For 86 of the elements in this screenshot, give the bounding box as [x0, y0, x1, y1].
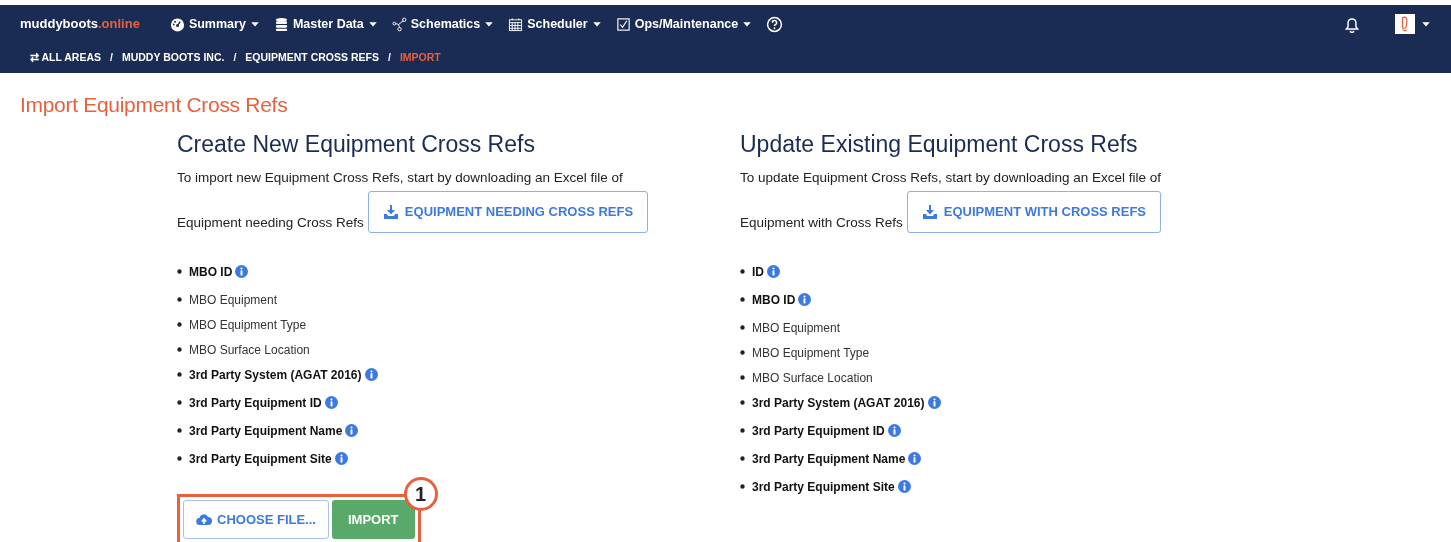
caret-icon	[249, 19, 260, 29]
breadcrumb-link[interactable]: ⇄ ALL AREAS	[30, 50, 102, 66]
avatar-icon[interactable]	[1395, 13, 1415, 35]
field-label: 3rd Party Equipment ID	[189, 394, 322, 412]
download-button[interactable]: EQUIPMENT NEEDING CROSS REFS	[367, 191, 649, 233]
calendar-icon	[508, 16, 524, 32]
field-label: 3rd Party Equipment Site	[189, 450, 332, 468]
nav-menu[interactable]: Scheduler	[508, 14, 602, 34]
cloud-upload-icon	[196, 511, 212, 528]
choose-file-button[interactable]: CHOOSE FILE...	[183, 499, 329, 540]
bullet-icon	[177, 372, 182, 378]
bullet-icon	[740, 375, 745, 381]
bullet-icon	[177, 428, 182, 434]
bullet-icon	[177, 322, 182, 328]
info-icon[interactable]	[345, 424, 359, 438]
bullet-icon	[740, 325, 745, 331]
bullet-icon	[740, 456, 745, 462]
nav-menu[interactable]: Summary	[169, 14, 260, 34]
bullet-icon	[177, 269, 182, 275]
info-icon[interactable]	[798, 293, 812, 307]
field-label: 3rd Party Equipment Name	[189, 422, 343, 440]
bullet-icon	[177, 456, 182, 462]
intro-text: To update Equipment Cross Refs, start by downloading an Excel file of	[740, 169, 1162, 188]
download-button[interactable]: EQUIPMENT WITH CROSS REFS	[906, 191, 1162, 233]
info-icon[interactable]	[235, 265, 249, 279]
nav-menu[interactable]: Master Data	[273, 14, 378, 34]
info-icon[interactable]	[767, 265, 780, 279]
breadcrumb-separator: /	[233, 50, 237, 66]
field-label: MBO ID	[189, 263, 233, 281]
info-icon[interactable]	[887, 424, 901, 438]
field-label: 3rd Party System (AGAT 2016)	[189, 366, 362, 384]
checkbox-icon	[615, 16, 631, 32]
field-label: 3rd Party Equipment Site	[752, 478, 895, 496]
nav-menu[interactable]: Ops/Maintenance	[615, 14, 753, 34]
field-label: 3rd Party Equipment ID	[752, 422, 885, 440]
info-icon[interactable]	[897, 480, 911, 494]
caret-icon	[742, 19, 753, 29]
field-label: 3rd Party System (AGAT 2016)	[752, 394, 925, 412]
field-label: MBO Surface Location	[189, 341, 310, 359]
bullet-icon	[177, 297, 182, 303]
field-label: MBO Equipment	[189, 291, 278, 309]
field-label: MBO Surface Location	[752, 369, 873, 387]
breadcrumb-link[interactable]: MUDDY BOOTS INC.	[121, 50, 225, 66]
nav-menu[interactable]: Schematics	[391, 14, 495, 34]
bullet-icon	[740, 350, 745, 356]
section-heading: Create New Equipment Cross Refs	[177, 130, 536, 159]
bullet-icon	[177, 400, 182, 406]
network-icon	[391, 16, 407, 32]
database-icon	[273, 16, 289, 32]
bullet-icon	[740, 428, 745, 434]
field-label: MBO ID	[752, 291, 796, 309]
gauge-icon	[169, 16, 185, 32]
intro-text: To import new Equipment Cross Refs, start by downloading an Excel file of	[177, 169, 624, 188]
help-icon[interactable]	[766, 15, 784, 33]
download-icon	[382, 204, 399, 221]
intro-text: Equipment needing Cross Refs	[177, 213, 364, 232]
field-label: ID	[752, 263, 764, 281]
breadcrumb-separator: /	[110, 50, 113, 66]
callout-number: 1	[403, 476, 438, 511]
bullet-icon	[177, 347, 182, 353]
breadcrumb-separator: /	[387, 50, 391, 66]
caret-icon	[367, 19, 378, 29]
bell-icon[interactable]	[1343, 15, 1361, 33]
field-label: 3rd Party Equipment Name	[752, 450, 906, 468]
brand-logo[interactable]: muddyboots.online	[20, 14, 140, 34]
info-icon[interactable]	[908, 452, 922, 466]
field-label: MBO Equipment Type	[189, 316, 307, 334]
info-icon[interactable]	[324, 396, 338, 410]
caret-icon	[591, 19, 602, 29]
field-label: MBO Equipment	[752, 319, 841, 337]
info-icon[interactable]	[334, 452, 348, 466]
bullet-icon	[740, 400, 745, 406]
intro-text: Equipment with Cross Refs	[740, 213, 903, 232]
section-heading: Update Existing Equipment Cross Refs	[740, 130, 1139, 159]
breadcrumb-link[interactable]: EQUIPMENT CROSS REFS	[245, 50, 379, 66]
caret-icon[interactable]	[1421, 19, 1431, 29]
bullet-icon	[740, 269, 745, 275]
download-icon	[921, 204, 938, 221]
page-title: Import Equipment Cross Refs	[20, 92, 289, 118]
info-icon[interactable]	[927, 396, 941, 410]
breadcrumb-link[interactable]: IMPORT	[399, 50, 441, 66]
caret-icon	[484, 19, 495, 29]
field-label: MBO Equipment Type	[752, 344, 870, 362]
info-icon[interactable]	[364, 368, 378, 382]
bullet-icon	[740, 297, 745, 303]
bullet-icon	[740, 484, 745, 490]
